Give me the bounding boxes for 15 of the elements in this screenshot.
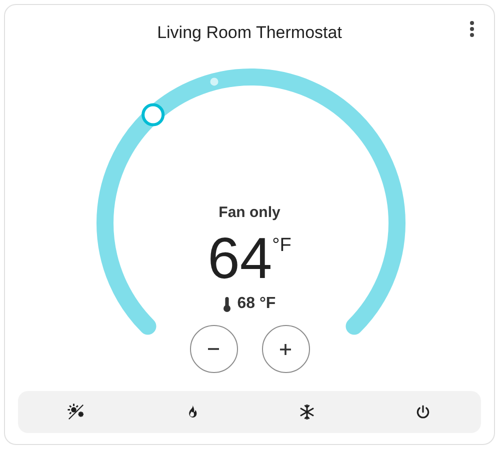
- sun-snowflake-icon: [66, 403, 85, 421]
- minus-icon: [208, 348, 219, 350]
- card-title: Living Room Thermostat: [157, 23, 342, 43]
- plus-icon: [280, 344, 291, 354]
- mode-label: Fan only: [218, 204, 280, 221]
- snowflake-icon: [298, 403, 316, 421]
- power-icon: [415, 404, 432, 420]
- current-temperature: 68 °F: [237, 295, 276, 313]
- temperature-unit: °F: [272, 235, 292, 257]
- more-options-icon[interactable]: [470, 21, 474, 37]
- minus-button[interactable]: [190, 325, 238, 373]
- target-temperature: 64: [208, 227, 272, 291]
- thermometer-icon: [223, 296, 232, 312]
- target-handle[interactable]: [142, 103, 165, 126]
- plus-button[interactable]: [262, 325, 310, 373]
